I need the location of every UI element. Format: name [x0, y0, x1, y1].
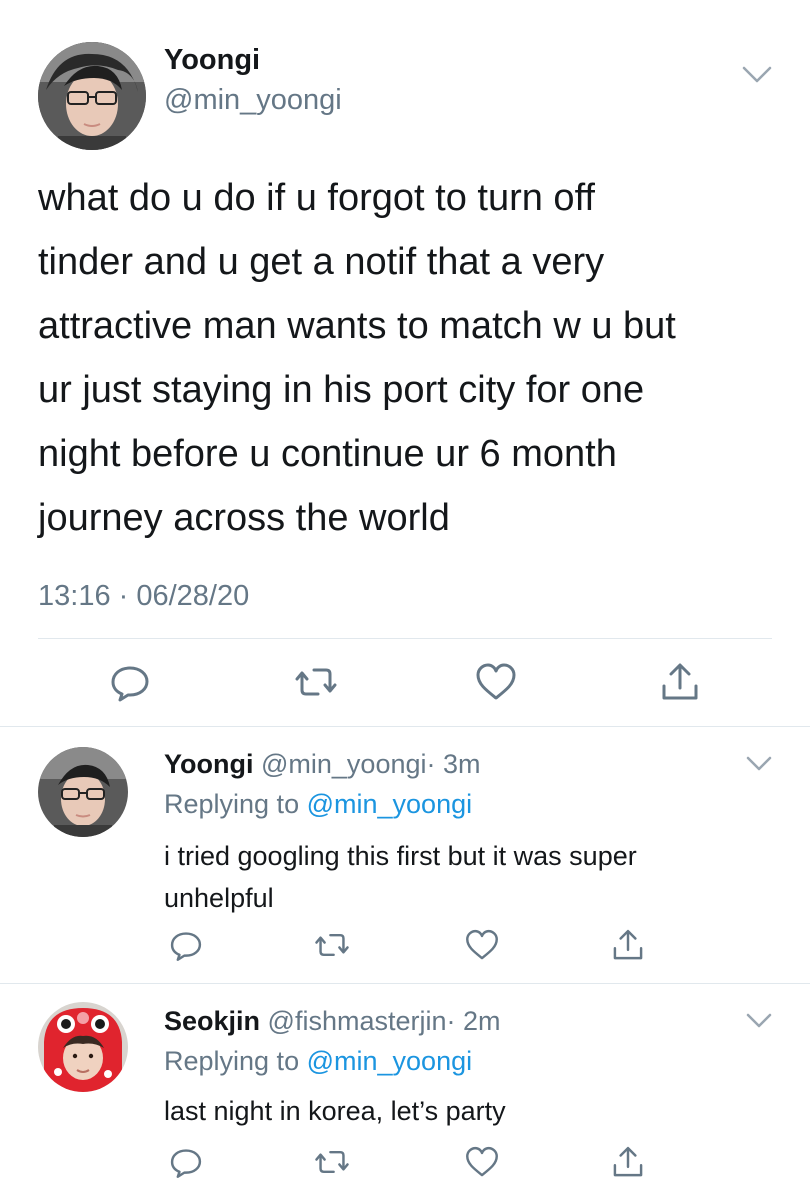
main-tweet: Yoongi @min_yoongi what do u do if u for…	[0, 0, 810, 726]
reply-icon	[170, 932, 202, 961]
share-button[interactable]	[606, 923, 650, 967]
replying-to-mention[interactable]: @min_yoongi	[307, 789, 473, 819]
tweet-thread: Yoongi @min_yoongi what do u do if u for…	[0, 0, 810, 1200]
share-icon	[613, 1146, 643, 1177]
retweet-button[interactable]	[310, 923, 354, 967]
reply-icon	[111, 666, 149, 702]
reply-time: · 3m	[426, 749, 481, 779]
share-icon	[613, 929, 643, 960]
reply-author-handle[interactable]: @fishmasterjin	[268, 1006, 447, 1036]
like-icon	[466, 929, 498, 960]
reply-icon	[170, 1149, 202, 1178]
share-button[interactable]	[606, 1140, 650, 1184]
retweet-icon	[315, 933, 349, 957]
chevron-down-icon[interactable]	[740, 62, 774, 88]
avatar-photo-icon	[38, 747, 128, 837]
like-button[interactable]	[460, 923, 504, 967]
reply-text-line: i tried googling this first but it was s…	[164, 841, 637, 871]
replying-to-mention[interactable]: @min_yoongi	[307, 1046, 473, 1076]
tweet-text-line: journey across the world	[38, 497, 450, 539]
avatar-photo-icon	[38, 1002, 128, 1092]
tweet-text-line: ur just staying in his port city for one	[38, 369, 645, 411]
share-icon	[662, 663, 698, 700]
reply-tweet[interactable]: Seokjin @fishmasterjin· 2m Replying to @…	[0, 984, 810, 1200]
tweet-text-line: attractive man wants to match w u but	[38, 305, 676, 347]
reply-time: · 2m	[446, 1006, 501, 1036]
reply-text-line: unhelpful	[164, 883, 274, 913]
like-button[interactable]	[460, 1140, 504, 1184]
reply-header: Seokjin @fishmasterjin· 2m	[164, 1006, 501, 1037]
divider	[38, 638, 772, 639]
tweet-timestamp[interactable]: 13:16 · 06/28/20	[38, 580, 249, 613]
reply-author-name[interactable]: Seokjin	[164, 1006, 260, 1036]
like-icon	[476, 663, 516, 700]
replying-to-label: Replying to	[164, 1046, 300, 1076]
reply-text-line: last night in korea, let’s party	[164, 1096, 506, 1126]
like-icon	[466, 1146, 498, 1177]
reply-button[interactable]	[102, 652, 158, 712]
retweet-icon	[315, 1150, 349, 1174]
reply-text: i tried googling this first but it was s…	[164, 835, 764, 919]
replying-to: Replying to @min_yoongi	[164, 789, 472, 820]
reply-button[interactable]	[164, 923, 208, 967]
retweet-button[interactable]	[310, 1140, 354, 1184]
tweet-text-line: tinder and u get a notif that a very	[38, 241, 605, 283]
reply-avatar[interactable]	[38, 1002, 128, 1092]
tweet-text-line: what do u do if u forgot to turn off	[38, 177, 595, 219]
reply-text: last night in korea, let’s party	[164, 1090, 764, 1132]
reply-header: Yoongi @min_yoongi· 3m	[164, 749, 481, 780]
author-avatar[interactable]	[38, 42, 146, 150]
chevron-down-icon[interactable]	[744, 753, 774, 775]
share-button[interactable]	[652, 652, 708, 712]
like-button[interactable]	[468, 652, 524, 712]
replying-to: Replying to @min_yoongi	[164, 1046, 472, 1077]
author-name[interactable]: Yoongi	[164, 44, 260, 77]
reply-author-name[interactable]: Yoongi	[164, 749, 253, 779]
reply-avatar[interactable]	[38, 747, 128, 837]
reply-button[interactable]	[164, 1140, 208, 1184]
reply-tweet[interactable]: Yoongi @min_yoongi· 3m Replying to @min_…	[0, 727, 810, 983]
avatar-photo-icon	[38, 42, 146, 150]
tweet-actions	[0, 652, 810, 712]
tweet-text-line: night before u continue ur 6 month	[38, 433, 617, 475]
tweet-text: what do u do if u forgot to turn off tin…	[38, 166, 778, 550]
retweet-button[interactable]	[288, 652, 344, 712]
replying-to-label: Replying to	[164, 789, 300, 819]
reply-author-handle[interactable]: @min_yoongi	[261, 749, 427, 779]
retweet-icon	[295, 668, 337, 696]
chevron-down-icon[interactable]	[744, 1010, 774, 1032]
author-handle[interactable]: @min_yoongi	[164, 84, 342, 117]
